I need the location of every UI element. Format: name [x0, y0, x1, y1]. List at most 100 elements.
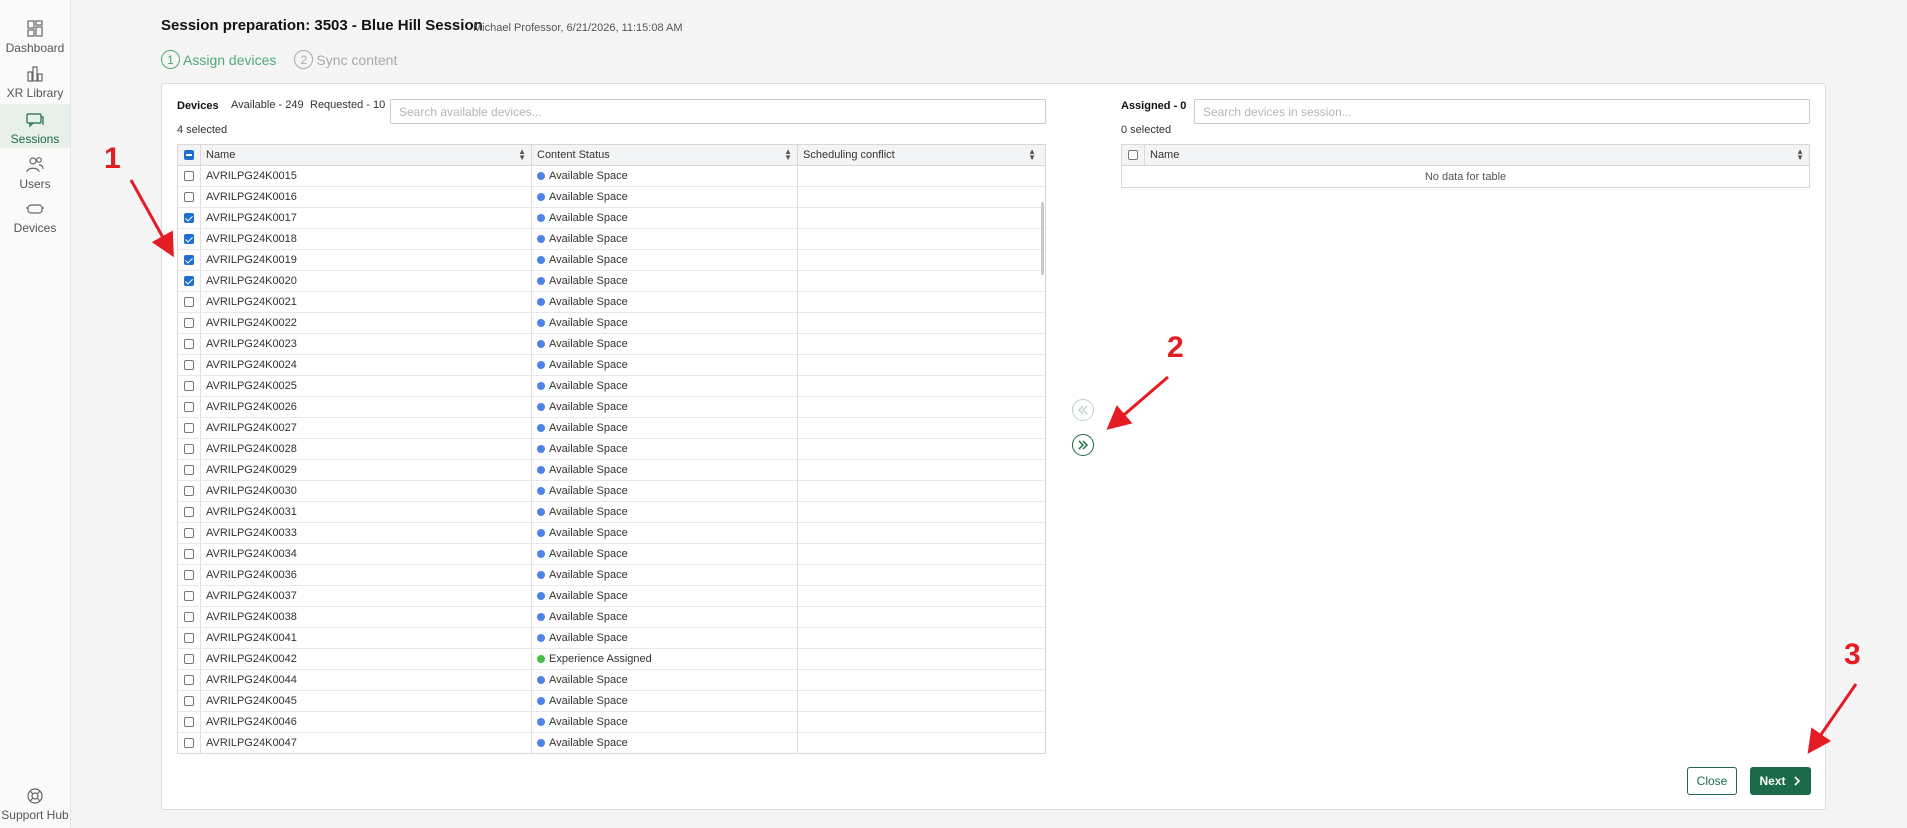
- status-label: Experience Assigned: [549, 653, 652, 665]
- table-row[interactable]: AVRILPG24K0036 Available Space: [178, 565, 1045, 586]
- row-checkbox[interactable]: [184, 234, 194, 244]
- content-status-cell: Available Space: [532, 334, 798, 354]
- table-row[interactable]: AVRILPG24K0044 Available Space: [178, 670, 1045, 691]
- table-row[interactable]: AVRILPG24K0041 Available Space: [178, 628, 1045, 649]
- status-dot-icon: [537, 739, 545, 747]
- content-status-cell: Available Space: [532, 607, 798, 627]
- status-dot-icon: [537, 445, 545, 453]
- support-hub-link[interactable]: Support Hub: [0, 780, 70, 824]
- table-row[interactable]: AVRILPG24K0018 Available Space: [178, 229, 1045, 250]
- sidebar-item-devices[interactable]: Devices: [0, 193, 70, 237]
- row-checkbox-cell: [178, 355, 201, 375]
- column-header-name[interactable]: Name ▲ ▼: [201, 145, 532, 165]
- sidebar-item-sessions[interactable]: Sessions: [0, 104, 70, 148]
- row-checkbox[interactable]: [184, 633, 194, 643]
- row-checkbox[interactable]: [184, 465, 194, 475]
- sort-icon[interactable]: ▲ ▼: [1796, 148, 1804, 162]
- row-checkbox[interactable]: [184, 549, 194, 559]
- sort-icon[interactable]: ▲ ▼: [784, 148, 792, 162]
- column-header-name[interactable]: Name ▲ ▼: [1145, 145, 1809, 165]
- table-scrollbar[interactable]: [1041, 202, 1044, 275]
- row-checkbox[interactable]: [184, 276, 194, 286]
- status-dot-icon: [537, 613, 545, 621]
- row-checkbox[interactable]: [184, 675, 194, 685]
- table-row[interactable]: AVRILPG24K0033 Available Space: [178, 523, 1045, 544]
- table-row[interactable]: AVRILPG24K0015 Available Space: [178, 166, 1045, 187]
- table-row[interactable]: AVRILPG24K0045 Available Space: [178, 691, 1045, 712]
- table-row[interactable]: AVRILPG24K0020 Available Space: [178, 271, 1045, 292]
- row-checkbox[interactable]: [184, 654, 194, 664]
- table-row[interactable]: AVRILPG24K0019 Available Space: [178, 250, 1045, 271]
- scheduling-conflict-cell: [798, 565, 1041, 585]
- table-row[interactable]: AVRILPG24K0017 Available Space: [178, 208, 1045, 229]
- sort-icon[interactable]: ▲ ▼: [1028, 148, 1036, 162]
- table-row[interactable]: AVRILPG24K0028 Available Space: [178, 439, 1045, 460]
- table-row[interactable]: AVRILPG24K0029 Available Space: [178, 460, 1045, 481]
- status-label: Available Space: [549, 548, 628, 560]
- row-checkbox-cell: [178, 439, 201, 459]
- status-dot-icon: [537, 718, 545, 726]
- row-checkbox[interactable]: [184, 696, 194, 706]
- device-name-cell: AVRILPG24K0023: [201, 334, 532, 354]
- row-checkbox[interactable]: [184, 339, 194, 349]
- table-row[interactable]: AVRILPG24K0024 Available Space: [178, 355, 1045, 376]
- table-row[interactable]: AVRILPG24K0042 Experience Assigned: [178, 649, 1045, 670]
- table-row[interactable]: AVRILPG24K0026 Available Space: [178, 397, 1045, 418]
- row-checkbox[interactable]: [184, 717, 194, 727]
- sidebar-item-users[interactable]: Users: [0, 149, 70, 193]
- table-row[interactable]: AVRILPG24K0046 Available Space: [178, 712, 1045, 733]
- table-row[interactable]: AVRILPG24K0038 Available Space: [178, 607, 1045, 628]
- double-chevron-right-icon: [1078, 440, 1088, 450]
- row-checkbox[interactable]: [184, 444, 194, 454]
- sidebar-item-dashboard[interactable]: Dashboard: [0, 13, 70, 57]
- scheduling-conflict-cell: [798, 481, 1041, 501]
- column-header-content-status[interactable]: Content Status ▲ ▼: [532, 145, 798, 165]
- column-label: Name: [206, 149, 236, 161]
- next-button[interactable]: Next: [1750, 767, 1811, 795]
- status-dot-icon: [537, 193, 545, 201]
- table-row[interactable]: AVRILPG24K0034 Available Space: [178, 544, 1045, 565]
- row-checkbox[interactable]: [184, 402, 194, 412]
- row-checkbox[interactable]: [184, 213, 194, 223]
- step-assign-devices[interactable]: 1 Assign devices: [161, 50, 276, 69]
- select-all-checkbox[interactable]: [1128, 150, 1138, 160]
- table-row[interactable]: AVRILPG24K0030 Available Space: [178, 481, 1045, 502]
- row-checkbox[interactable]: [184, 381, 194, 391]
- row-checkbox[interactable]: [184, 486, 194, 496]
- table-row[interactable]: AVRILPG24K0031 Available Space: [178, 502, 1045, 523]
- search-session-devices-input[interactable]: [1194, 99, 1810, 124]
- row-checkbox[interactable]: [184, 570, 194, 580]
- remove-from-session-button[interactable]: [1072, 399, 1094, 421]
- row-checkbox[interactable]: [184, 423, 194, 433]
- row-checkbox[interactable]: [184, 507, 194, 517]
- row-checkbox[interactable]: [184, 738, 194, 748]
- step-sync-content[interactable]: 2 Sync content: [294, 50, 397, 69]
- table-row[interactable]: AVRILPG24K0025 Available Space: [178, 376, 1045, 397]
- status-label: Available Space: [549, 737, 628, 749]
- table-row[interactable]: AVRILPG24K0023 Available Space: [178, 334, 1045, 355]
- search-available-devices-input[interactable]: [390, 99, 1046, 124]
- close-button[interactable]: Close: [1687, 767, 1737, 795]
- row-checkbox[interactable]: [184, 171, 194, 181]
- row-checkbox[interactable]: [184, 297, 194, 307]
- sidebar-item-xr-library[interactable]: XR Library: [0, 58, 70, 102]
- table-row[interactable]: AVRILPG24K0016 Available Space: [178, 187, 1045, 208]
- row-checkbox-cell: [178, 502, 201, 522]
- row-checkbox[interactable]: [184, 318, 194, 328]
- row-checkbox[interactable]: [184, 528, 194, 538]
- table-row[interactable]: AVRILPG24K0047 Available Space: [178, 733, 1045, 753]
- row-checkbox[interactable]: [184, 192, 194, 202]
- sort-icon[interactable]: ▲ ▼: [518, 148, 526, 162]
- column-header-scheduling-conflict[interactable]: Scheduling conflict ▲ ▼: [798, 145, 1041, 165]
- table-row[interactable]: AVRILPG24K0021 Available Space: [178, 292, 1045, 313]
- content-status-cell: Available Space: [532, 586, 798, 606]
- row-checkbox[interactable]: [184, 360, 194, 370]
- table-row[interactable]: AVRILPG24K0022 Available Space: [178, 313, 1045, 334]
- row-checkbox[interactable]: [184, 591, 194, 601]
- table-row[interactable]: AVRILPG24K0027 Available Space: [178, 418, 1045, 439]
- select-all-checkbox[interactable]: [184, 150, 194, 160]
- row-checkbox[interactable]: [184, 612, 194, 622]
- row-checkbox[interactable]: [184, 255, 194, 265]
- table-row[interactable]: AVRILPG24K0037 Available Space: [178, 586, 1045, 607]
- add-to-session-button[interactable]: [1072, 434, 1094, 456]
